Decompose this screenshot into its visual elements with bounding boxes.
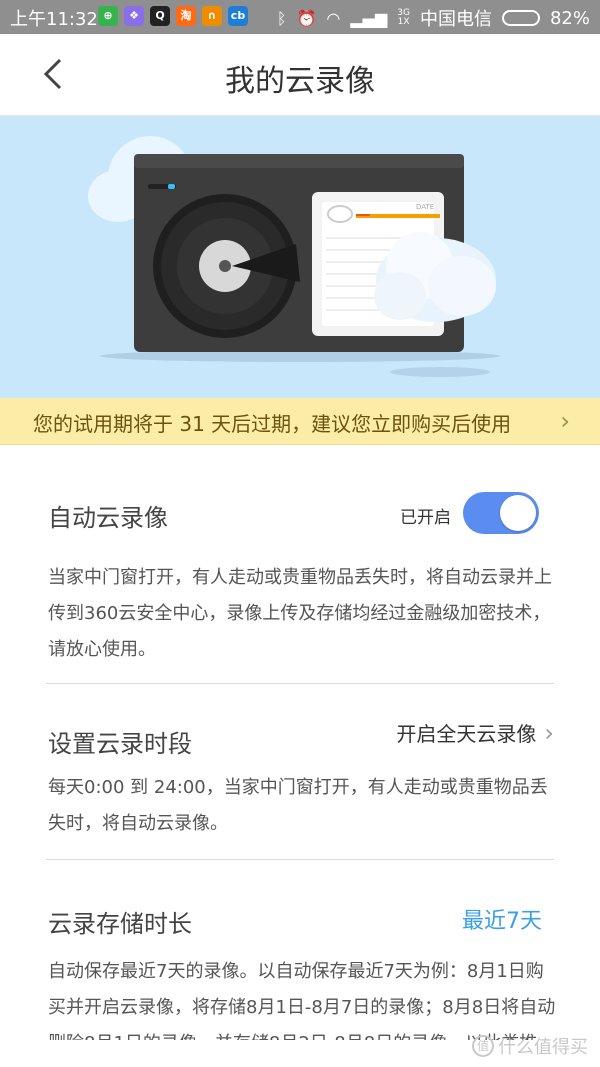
qq-app-icon: Q bbox=[150, 6, 170, 26]
storage-description: 自动保存最近7天的录像。以自动保存最近7天为例：8月1日购买并开启云录像，将存储… bbox=[48, 961, 556, 1040]
page-title: 我的云录像 bbox=[225, 64, 375, 99]
auto-record-description: 当家中门窗打开，有人走动或贵重物品丢失时，将自动云录并上传到360云安全中心，录… bbox=[48, 567, 552, 660]
storage-duration-link[interactable]: 最近7天 bbox=[462, 903, 542, 935]
chevron-right-icon: › bbox=[544, 718, 554, 747]
auto-record-title: 自动云录像 bbox=[48, 504, 168, 532]
status-time: 上午11:32 bbox=[10, 9, 98, 30]
schedule-description: 每天0:00 到 24:00，当家中门窗打开，有人走动或贵重物品丢失时，将自动云… bbox=[48, 777, 548, 834]
status-right: ᛒ ⏰ ◠ ▂▄▆ 3G 1X 中国电信 82% bbox=[277, 5, 590, 31]
storage-title: 云录存储时长 bbox=[48, 910, 192, 938]
headset-app-icon: ∩ bbox=[202, 6, 222, 26]
divider bbox=[46, 859, 554, 860]
watermark-icon: 值 bbox=[472, 1035, 494, 1057]
status-bar: 上午11:32 ⊕ ❖ Q 淘 ∩ cb ᛒ ⏰ ◠ ▂▄▆ 3G 1X 中国电信 82% bbox=[0, 0, 600, 34]
carrier-name: 中国电信 bbox=[419, 9, 492, 30]
app-header: 我的云录像 bbox=[0, 34, 600, 116]
watermark: 值 什么值得买 bbox=[472, 1033, 588, 1059]
schedule-value: 开启全天云录像 bbox=[396, 722, 537, 746]
battery-percent: 82% bbox=[549, 7, 590, 29]
toggle-knob bbox=[500, 495, 536, 531]
trial-expiry-text: 您的试用期将于 31 天后过期，建议您立即购买后使用 bbox=[33, 412, 512, 436]
network-type: 3G 1X bbox=[397, 8, 410, 27]
watermark-text: 什么值得买 bbox=[498, 1037, 588, 1058]
schedule-setting-link[interactable]: 开启全天云录像 › bbox=[396, 718, 554, 747]
divider bbox=[46, 683, 554, 684]
card-date-label: DATE bbox=[416, 203, 434, 211]
battery-icon bbox=[501, 10, 540, 26]
recorder-illustration: DATE bbox=[88, 136, 500, 377]
auto-record-status: 已开启 bbox=[400, 508, 451, 528]
alarm-icon: ⏰ bbox=[296, 8, 317, 28]
notification-icons: ⊕ ❖ Q 淘 ∩ cb bbox=[98, 6, 248, 26]
shield-app-icon: ⊕ bbox=[98, 6, 118, 26]
schedule-title: 设置云录时段 bbox=[48, 730, 192, 758]
auto-record-toggle[interactable] bbox=[463, 492, 539, 534]
signal-icon: ▂▄▆ bbox=[350, 8, 388, 28]
cloud-app-icon: cb bbox=[228, 6, 248, 26]
bluetooth-icon: ᛒ bbox=[276, 8, 287, 28]
taobao-app-icon: 淘 bbox=[176, 6, 196, 26]
cloud-recorder-banner: DATE bbox=[0, 116, 600, 398]
wifi-icon: ◠ bbox=[326, 8, 341, 28]
chevron-right-icon: › bbox=[560, 407, 570, 435]
trial-expiry-notice[interactable]: 您的试用期将于 31 天后过期，建议您立即购买后使用 › bbox=[0, 398, 600, 445]
settings-app-icon: ❖ bbox=[124, 6, 144, 26]
